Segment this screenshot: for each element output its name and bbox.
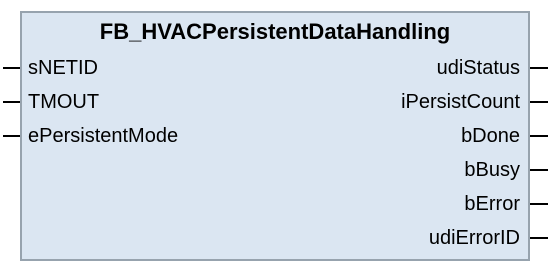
function-block-title: FB_HVACPersistentDataHandling <box>99 19 451 44</box>
output-pin-bdone-label: bDone <box>461 125 520 147</box>
input-pin-tmout-wire <box>3 101 20 103</box>
output-pin-bdone-wire <box>530 135 548 137</box>
output-pin-berror-label: bError <box>464 193 520 215</box>
input-pin-epersistentmode-label: ePersistentMode <box>28 125 179 147</box>
output-pin-ipersistcount-wire <box>530 101 548 103</box>
output-pin-berror-wire <box>530 203 548 205</box>
output-pin-udistatus-wire <box>530 67 548 69</box>
output-pin-ipersistcount-label: iPersistCount <box>401 91 520 113</box>
output-pin-bbusy-label: bBusy <box>464 159 520 181</box>
output-pin-bbusy-wire <box>530 169 548 171</box>
output-pin-udierrorid-wire <box>530 237 548 239</box>
input-pin-epersistentmode-wire <box>3 135 20 137</box>
input-pin-snetid-label: sNETID <box>28 57 98 79</box>
input-pin-tmout-label: TMOUT <box>28 91 100 113</box>
function-block: FB_HVACPersistentDataHandling sNETID TMO… <box>20 11 530 261</box>
output-pin-udierrorid-label: udiErrorID <box>428 227 520 249</box>
output-pin-udistatus-label: udiStatus <box>436 57 520 79</box>
input-pin-snetid-wire <box>3 67 20 69</box>
